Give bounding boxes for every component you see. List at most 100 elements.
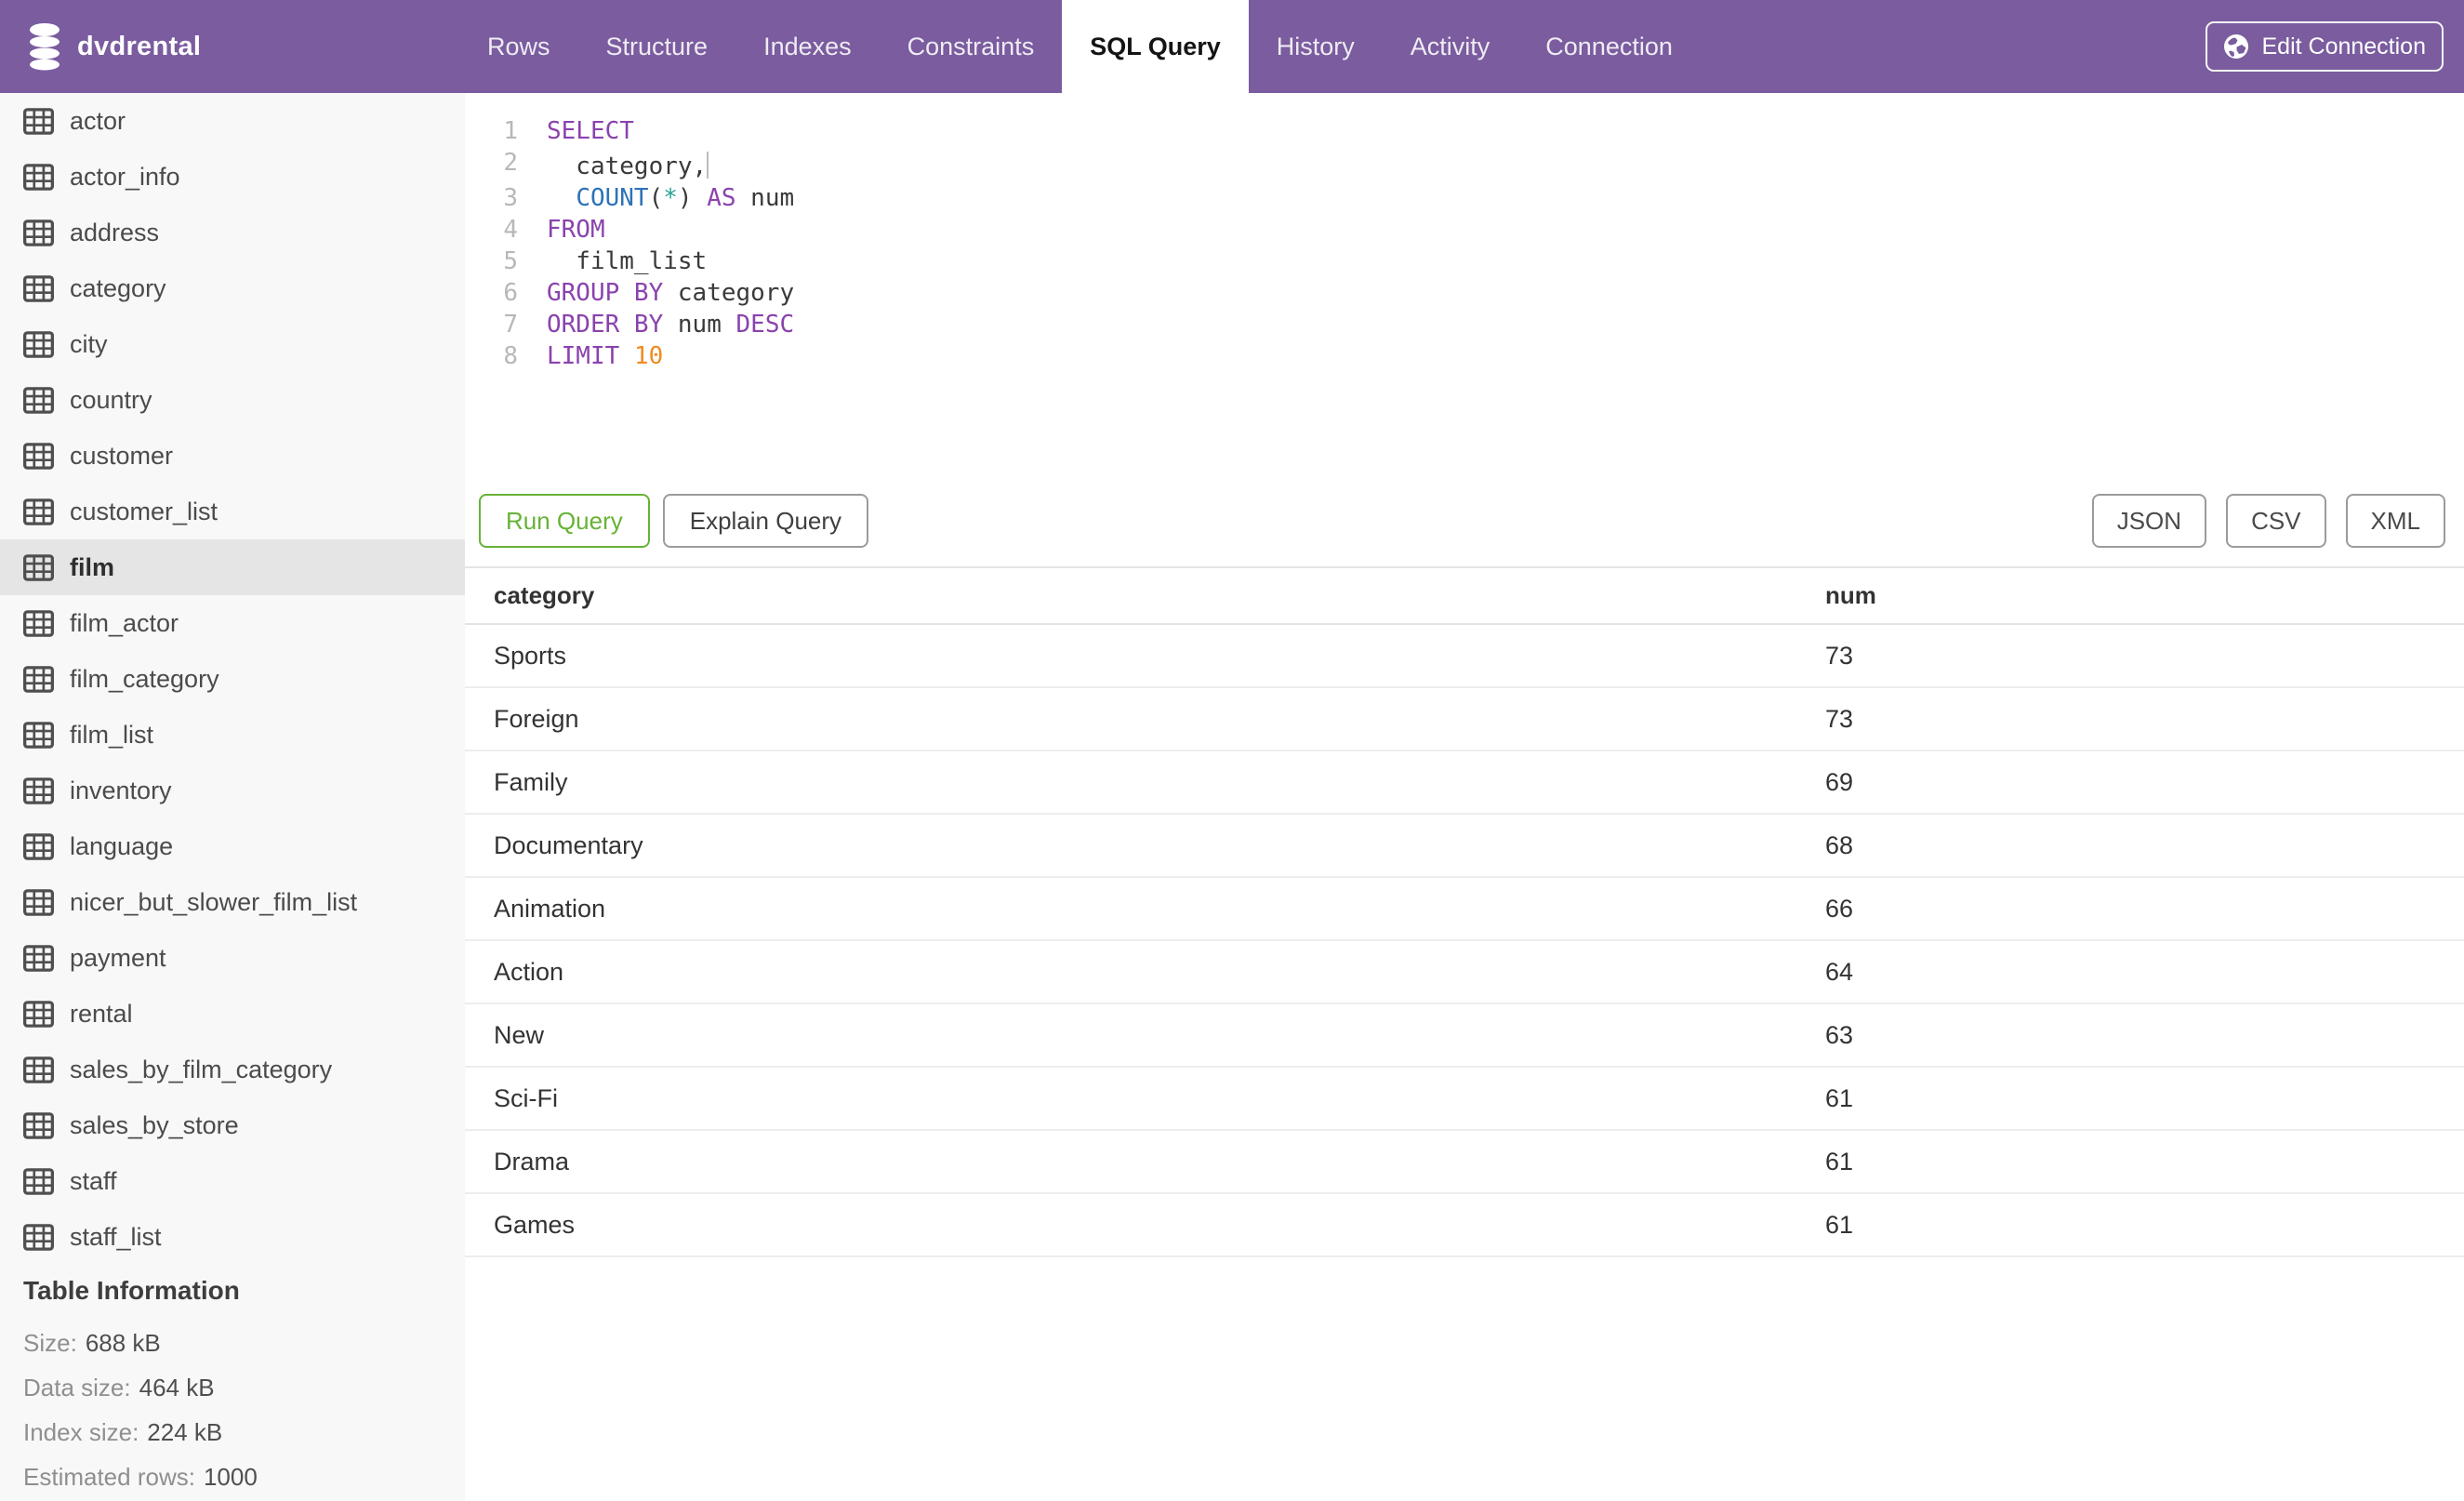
sidebar-item-actor_info[interactable]: actor_info — [0, 149, 465, 205]
run-query-button[interactable]: Run Query — [479, 494, 650, 548]
top-navbar: dvdrental Rows Structure Indexes Constraint… — [0, 0, 2464, 93]
line-number: 2 — [503, 149, 518, 177]
info-value: 1000 — [203, 1462, 258, 1491]
xml-export-button[interactable]: XML — [2345, 494, 2445, 548]
sidebar-item-film_actor[interactable]: film_actor — [0, 595, 465, 651]
sidebar-item-address[interactable]: address — [0, 205, 465, 260]
database-icon — [28, 22, 61, 71]
code-text: film_list — [547, 246, 707, 277]
tab-rows[interactable]: Rows — [459, 0, 578, 93]
table-icon — [23, 944, 54, 972]
sidebar-item-label: country — [70, 385, 152, 414]
sidebar-item-film_list[interactable]: film_list — [0, 707, 465, 763]
sidebar-item-label: sales_by_store — [70, 1110, 239, 1139]
tab-history[interactable]: History — [1249, 0, 1383, 93]
brand: dvdrental — [28, 0, 201, 93]
info-value: 688 kB — [85, 1328, 161, 1357]
sql-editor[interactable]: 1 SELECT 2 category, 3 COUNT(*) AS num 4 FROM… — [465, 115, 2464, 372]
tab-connection[interactable]: Connection — [1517, 0, 1701, 93]
table-icon — [23, 665, 54, 693]
sidebar-item-label: customer — [70, 441, 174, 470]
table-row: Sports 73 — [465, 625, 2464, 688]
table-icon — [23, 777, 54, 804]
csv-export-button[interactable]: CSV — [2226, 494, 2326, 548]
token-num: 10 — [633, 342, 664, 370]
sidebar-item-city[interactable]: city — [0, 316, 465, 372]
cell-category: Animation — [494, 894, 606, 923]
results-header-row: category num — [465, 566, 2464, 625]
sidebar-item-customer_list[interactable]: customer_list — [0, 484, 465, 539]
table-row: Action 64 — [465, 941, 2464, 1004]
sidebar-item-film_category[interactable]: film_category — [0, 651, 465, 707]
edit-connection-label: Edit Connection — [2261, 33, 2426, 60]
edit-connection-button[interactable]: Edit Connection — [2206, 21, 2444, 72]
sidebar-item-country[interactable]: country — [0, 372, 465, 428]
sidebar-item-label: sales_by_film_category — [70, 1055, 333, 1083]
table-information: Size: 688 kB Data size: 464 kB Index size: 22… — [0, 1321, 465, 1499]
sidebar-item-customer[interactable]: customer — [0, 428, 465, 484]
sidebar-item-staff_list[interactable]: staff_list — [0, 1209, 465, 1265]
code-line: 7 ORDER BY num DESC — [465, 309, 2464, 340]
sidebar-item-rental[interactable]: rental — [0, 986, 465, 1042]
table-info-row: Estimated rows: 1000 — [23, 1455, 465, 1499]
token-kw: LIMIT — [547, 342, 620, 370]
sidebar-item-language[interactable]: language — [0, 818, 465, 874]
table-icon — [23, 498, 54, 525]
code-text: COUNT(*) AS num — [547, 182, 794, 214]
sidebar-item-label: film_list — [70, 720, 154, 749]
sidebar-item-staff[interactable]: staff — [0, 1153, 465, 1209]
table-icon — [23, 1000, 54, 1028]
info-label: Index size: — [23, 1417, 139, 1446]
sidebar-item-payment[interactable]: payment — [0, 930, 465, 986]
table-row: Sci-Fi 61 — [465, 1068, 2464, 1131]
table-icon — [23, 1167, 54, 1195]
token-kw: DESC — [735, 311, 795, 339]
cell-category: Sports — [494, 641, 567, 670]
table-info-row: Index size: 224 kB — [23, 1410, 465, 1455]
cell-num: 63 — [1825, 1020, 1854, 1049]
sidebar-item-nicer_but_slower_film_list[interactable]: nicer_but_slower_film_list — [0, 874, 465, 930]
sidebar-item-inventory[interactable]: inventory — [0, 763, 465, 818]
tab-activity[interactable]: Activity — [1383, 0, 1518, 93]
cell-category: Action — [494, 957, 564, 986]
sidebar-item-sales_by_film_category[interactable]: sales_by_film_category — [0, 1042, 465, 1097]
table-icon — [23, 386, 54, 414]
cell-num: 68 — [1825, 830, 1854, 859]
sidebar-item-category[interactable]: category — [0, 260, 465, 316]
sidebar-item-label: actor_info — [70, 162, 180, 191]
token-txt: film_list — [547, 247, 708, 275]
code-text: SELECT — [547, 115, 634, 147]
cell-num: 61 — [1825, 1147, 1854, 1176]
table-row: New 63 — [465, 1004, 2464, 1068]
table-icon — [23, 888, 54, 916]
code-line: 5 film_list — [465, 246, 2464, 277]
cell-num: 69 — [1825, 767, 1854, 796]
sidebar-item-label: category — [70, 273, 166, 302]
cell-num: 66 — [1825, 894, 1854, 923]
code-text: category, — [547, 147, 709, 182]
cell-num: 73 — [1825, 704, 1854, 733]
sidebar-item-label: nicer_but_slower_film_list — [70, 887, 358, 916]
cell-category: Documentary — [494, 830, 643, 859]
cell-category: Games — [494, 1210, 576, 1239]
cell-category: Foreign — [494, 704, 579, 733]
sidebar-item-label: film_actor — [70, 608, 179, 637]
tab-indexes[interactable]: Indexes — [735, 0, 880, 93]
line-number: 8 — [503, 342, 518, 370]
sidebar-item-actor[interactable]: actor — [0, 93, 465, 149]
tab-structure[interactable]: Structure — [578, 0, 736, 93]
tab-constraints[interactable]: Constraints — [880, 0, 1063, 93]
results-body: Sports 73 Foreign 73 Family 69 Documentary 68 An… — [465, 625, 2464, 1257]
sidebar-item-sales_by_store[interactable]: sales_by_store — [0, 1097, 465, 1153]
line-number: 1 — [503, 117, 518, 145]
token-txt: num — [663, 311, 736, 339]
explain-query-button[interactable]: Explain Query — [662, 494, 869, 548]
sidebar-item-film[interactable]: film — [0, 539, 465, 595]
tab-sql-query[interactable]: SQL Query — [1062, 0, 1249, 93]
code-line: 1 SELECT — [465, 115, 2464, 147]
code-text: LIMIT 10 — [547, 340, 663, 372]
sidebar-item-label: film — [70, 552, 115, 581]
json-export-button[interactable]: JSON — [2091, 494, 2207, 548]
